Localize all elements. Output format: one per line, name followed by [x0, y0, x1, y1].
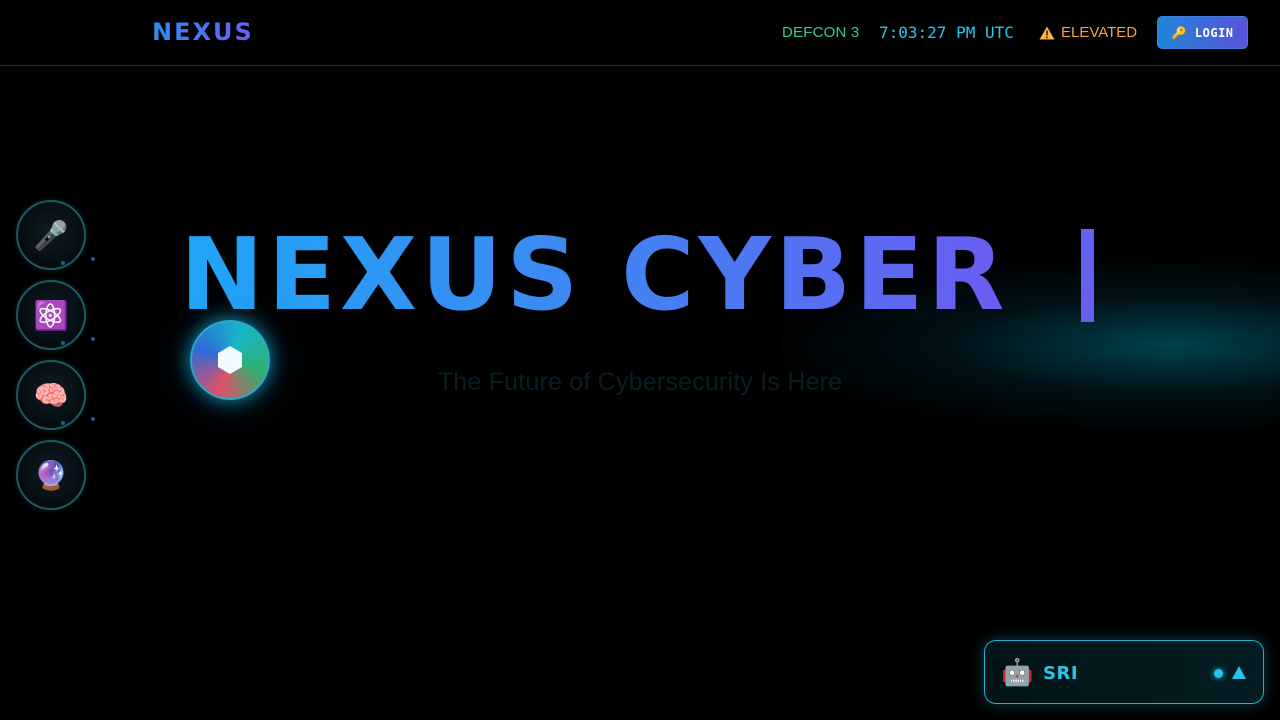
key-icon: 🔑 [1171, 25, 1187, 40]
decor-dot [61, 421, 65, 425]
login-button[interactable]: 🔑 LOGIN [1157, 16, 1248, 49]
hero-title: NEXUS CYBER [180, 216, 1009, 333]
microphone-icon: 🎤 [33, 219, 69, 251]
atom-icon: ⚛️ [33, 299, 69, 331]
decor-dot [91, 417, 95, 421]
brand-logo[interactable]: NEXUS [152, 18, 254, 46]
assistant-name: SRI [1043, 663, 1079, 684]
decor-dot [61, 341, 65, 345]
decor-dot [61, 261, 65, 265]
hexagon-icon [218, 346, 242, 374]
typing-cursor [1081, 229, 1094, 322]
assistant-widget[interactable]: 🤖 SRI [984, 640, 1264, 704]
defcon-status: DEFCON 3 [782, 24, 860, 41]
quantum-button[interactable]: ⚛️ [16, 280, 86, 350]
triangle-up-icon[interactable] [1230, 664, 1248, 682]
voice-button[interactable]: 🎤 [16, 200, 86, 270]
page: NEXUS DEFCON 3 7:03:27 PM UTC ELEVATED 🔑… [0, 0, 1280, 720]
crystal-ball-icon: 🔮 [33, 459, 69, 491]
robot-icon: 🤖 [1001, 657, 1034, 687]
utc-clock: 7:03:27 PM UTC [879, 23, 1014, 42]
warning-triangle-icon [1039, 26, 1055, 40]
login-label: LOGIN [1194, 25, 1234, 40]
nexus-orb-button[interactable] [190, 320, 270, 400]
threat-level-indicator: ELEVATED [1039, 24, 1137, 41]
top-bar: NEXUS DEFCON 3 7:03:27 PM UTC ELEVATED 🔑… [0, 0, 1280, 66]
decor-dot [91, 337, 95, 341]
threat-level-label: ELEVATED [1061, 24, 1138, 41]
prediction-button[interactable]: 🔮 [16, 440, 86, 510]
decor-dot [91, 257, 95, 261]
online-status-dot [1214, 669, 1223, 678]
